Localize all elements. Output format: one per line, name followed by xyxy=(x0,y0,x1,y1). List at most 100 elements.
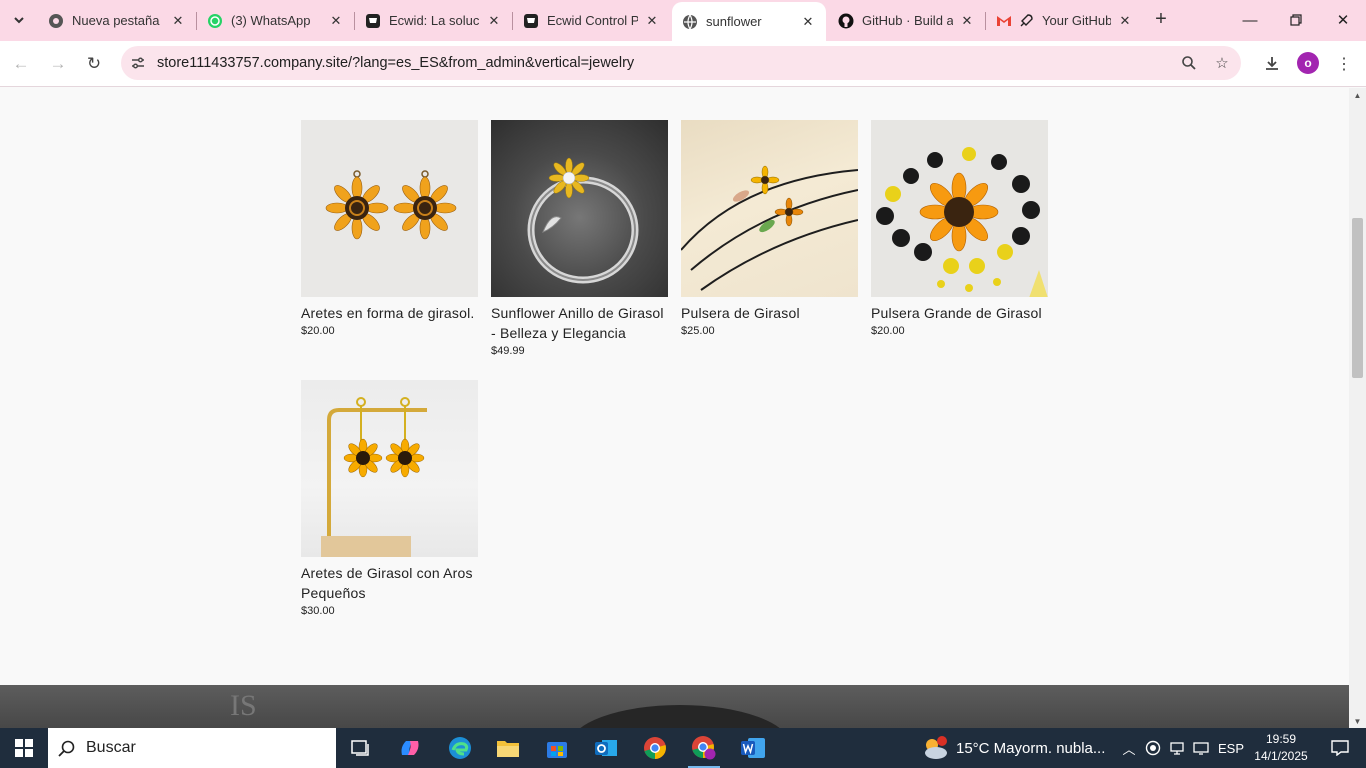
tray-display[interactable] xyxy=(1190,728,1212,768)
product-image[interactable] xyxy=(681,120,858,297)
reload-icon: ↻ xyxy=(86,54,102,73)
downloads-button[interactable] xyxy=(1258,50,1286,78)
profile-avatar[interactable]: o xyxy=(1297,52,1319,74)
tab-title: Nueva pestaña xyxy=(72,13,160,28)
close-icon[interactable]: ✕ xyxy=(959,13,975,29)
restore-button[interactable] xyxy=(1273,0,1319,40)
product-price: $30.00 xyxy=(301,605,335,617)
forward-button[interactable]: → xyxy=(44,50,72,78)
taskbar-copilot[interactable] xyxy=(386,728,434,768)
product-image[interactable] xyxy=(301,380,478,557)
product-name[interactable]: Aretes de Girasol con Aros Pequeños xyxy=(301,563,478,603)
word-icon xyxy=(741,738,765,758)
minimize-button[interactable]: — xyxy=(1227,0,1273,40)
bookmark-star-icon[interactable]: ☆ xyxy=(1207,46,1237,80)
gmail-icon xyxy=(996,13,1012,29)
scroll-down-arrow-icon[interactable]: ▼ xyxy=(1349,714,1366,728)
close-icon[interactable]: ✕ xyxy=(328,13,344,29)
taskbar-chrome-profile[interactable] xyxy=(680,728,728,768)
product-image[interactable] xyxy=(871,120,1048,297)
chevron-down-icon xyxy=(14,17,24,24)
notification-center-button[interactable] xyxy=(1320,728,1360,768)
taskbar-word[interactable] xyxy=(729,728,777,768)
svg-text:IS: IS xyxy=(230,689,257,722)
scroll-thumb[interactable] xyxy=(1352,218,1363,378)
taskbar-store[interactable] xyxy=(533,728,581,768)
task-view-button[interactable] xyxy=(336,728,384,768)
taskbar-outlook[interactable] xyxy=(582,728,630,768)
close-icon[interactable]: ✕ xyxy=(800,14,816,30)
start-button[interactable] xyxy=(0,728,48,768)
tray-record[interactable] xyxy=(1142,728,1164,768)
menu-button[interactable]: ⋮ xyxy=(1330,50,1358,78)
tab-whatsapp[interactable]: (3) WhatsApp ✕ xyxy=(197,4,354,37)
zoom-icon[interactable] xyxy=(1174,46,1204,80)
product-card[interactable]: Pulsera de Girasol $25.00 xyxy=(681,120,858,337)
taskbar-edge[interactable] xyxy=(436,728,484,768)
product-card[interactable]: Sunflower Anillo de Girasol - Belleza y … xyxy=(491,120,668,357)
product-name[interactable]: Pulsera Grande de Girasol xyxy=(871,303,1048,323)
clock-time: 19:59 xyxy=(1265,732,1297,746)
product-price: $49.99 xyxy=(491,345,525,357)
tab-github[interactable]: GitHub · Build ar ✕ xyxy=(828,4,985,37)
product-card[interactable]: Aretes de Girasol con Aros Pequeños $30.… xyxy=(301,380,478,617)
tab-title: Ecwid: La solució xyxy=(389,13,480,28)
ecwid-icon xyxy=(523,13,539,29)
product-image[interactable] xyxy=(301,120,478,297)
product-card[interactable]: Pulsera Grande de Girasol $20.00 xyxy=(871,120,1048,337)
weather-widget[interactable]: 15°C Mayorm. nubla... xyxy=(920,728,1105,768)
edge-icon xyxy=(449,737,471,759)
back-button[interactable]: ← xyxy=(7,50,35,78)
tab-title: GitHub · Build ar xyxy=(862,13,953,28)
product-price: $25.00 xyxy=(681,325,715,337)
close-icon[interactable]: ✕ xyxy=(170,13,186,29)
tab-search-button[interactable] xyxy=(6,8,32,32)
clock-date: 14/1/2025 xyxy=(1254,749,1308,763)
taskbar-file-explorer[interactable] xyxy=(484,728,532,768)
more-vert-icon: ⋮ xyxy=(1336,56,1352,73)
browser-toolbar: ← → ↻ store111433757.company.site/?lang=… xyxy=(0,41,1366,87)
footer-banner-image: IS xyxy=(0,685,1349,728)
tray-network[interactable] xyxy=(1166,728,1188,768)
chrome-icon xyxy=(48,13,64,29)
notification-icon xyxy=(1331,740,1349,756)
tab-sunflower[interactable]: sunflower ✕ xyxy=(672,2,826,41)
close-icon[interactable]: ✕ xyxy=(1117,13,1133,29)
scroll-up-arrow-icon[interactable]: ▲ xyxy=(1349,88,1366,102)
tab-title: Ecwid Control Pa xyxy=(547,13,638,28)
taskbar-search[interactable]: Buscar xyxy=(48,728,336,768)
search-icon xyxy=(48,739,86,757)
rocket-icon xyxy=(1018,13,1034,29)
page-scrollbar[interactable]: ▲ ▼ xyxy=(1349,88,1366,728)
close-window-button[interactable]: ✕ xyxy=(1320,0,1366,40)
product-name[interactable]: Aretes en forma de girasol. xyxy=(301,303,478,323)
page-content: Aretes en forma de girasol. $20.00 Sunfl… xyxy=(0,88,1349,728)
whatsapp-icon xyxy=(207,13,223,29)
close-icon[interactable]: ✕ xyxy=(644,13,660,29)
tray-overflow-button[interactable]: ︿ xyxy=(1118,728,1140,768)
product-name[interactable]: Pulsera de Girasol xyxy=(681,303,858,323)
minimize-icon: — xyxy=(1242,11,1258,29)
windows-taskbar: Buscar 15°C Mayorm. nubla... ︿ ESP 19:59… xyxy=(0,728,1366,768)
close-icon[interactable]: ✕ xyxy=(486,13,502,29)
address-bar[interactable]: store111433757.company.site/?lang=es_ES&… xyxy=(121,46,1241,80)
product-card[interactable]: Aretes en forma de girasol. $20.00 xyxy=(301,120,478,337)
display-icon xyxy=(1193,742,1209,755)
product-name[interactable]: Sunflower Anillo de Girasol - Belleza y … xyxy=(491,303,668,343)
tray-language[interactable]: ESP xyxy=(1216,728,1246,768)
tab-ecwid-solucion[interactable]: Ecwid: La solució ✕ xyxy=(355,4,512,37)
chrome-profile-icon xyxy=(692,736,716,760)
product-price: $20.00 xyxy=(871,325,905,337)
download-icon xyxy=(1266,57,1278,70)
tab-ecwid-control-panel[interactable]: Ecwid Control Pa ✕ xyxy=(513,4,670,37)
search-placeholder: Buscar xyxy=(86,739,136,756)
tab-your-github[interactable]: Your GitHub ✕ xyxy=(986,4,1143,37)
taskbar-chrome[interactable] xyxy=(631,728,679,768)
globe-icon xyxy=(682,14,698,30)
taskbar-clock[interactable]: 19:59 14/1/2025 xyxy=(1250,731,1312,765)
new-tab-button[interactable]: + xyxy=(1150,8,1172,30)
tab-nueva-pestana[interactable]: Nueva pestaña ✕ xyxy=(38,4,196,37)
site-info-icon[interactable] xyxy=(121,46,155,80)
reload-button[interactable]: ↻ xyxy=(80,50,108,78)
product-image[interactable] xyxy=(491,120,668,297)
